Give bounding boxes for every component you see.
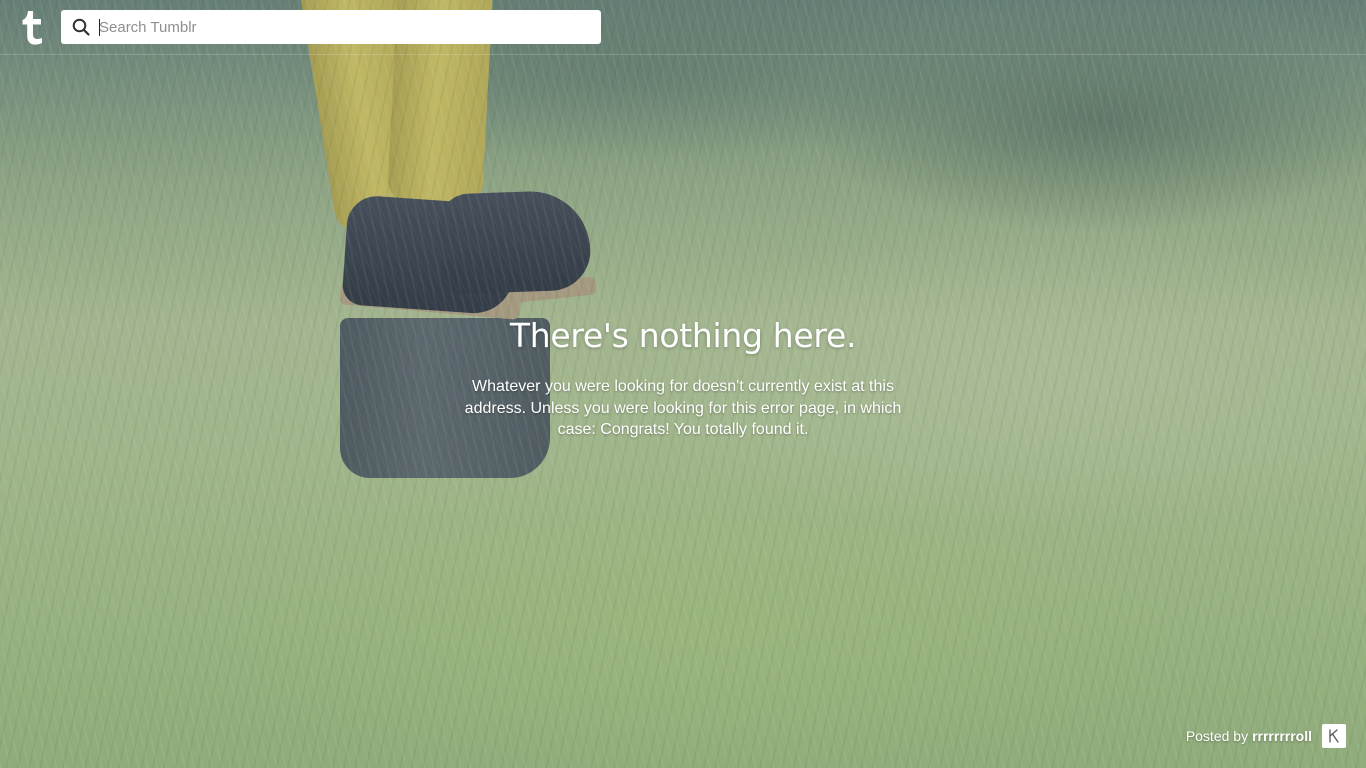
top-bar (0, 0, 1366, 55)
search-box[interactable] (61, 10, 601, 44)
photo-credit: Posted by rrrrrrrroll (1186, 724, 1346, 748)
credit-prefix: Posted by (1185, 728, 1249, 744)
error-description: Whatever you were looking for doesn't cu… (464, 378, 902, 438)
author-avatar-icon[interactable] (1322, 724, 1346, 748)
text-cursor (99, 19, 100, 36)
search-icon[interactable] (72, 18, 90, 36)
page-title: There's nothing here. (509, 316, 857, 355)
error-message: There's nothing here. Whatever you were … (433, 312, 933, 441)
credit-author-link[interactable]: rrrrrrrroll (1252, 728, 1312, 744)
search-input[interactable] (99, 10, 589, 44)
tumblr-logo-icon[interactable] (20, 9, 44, 45)
